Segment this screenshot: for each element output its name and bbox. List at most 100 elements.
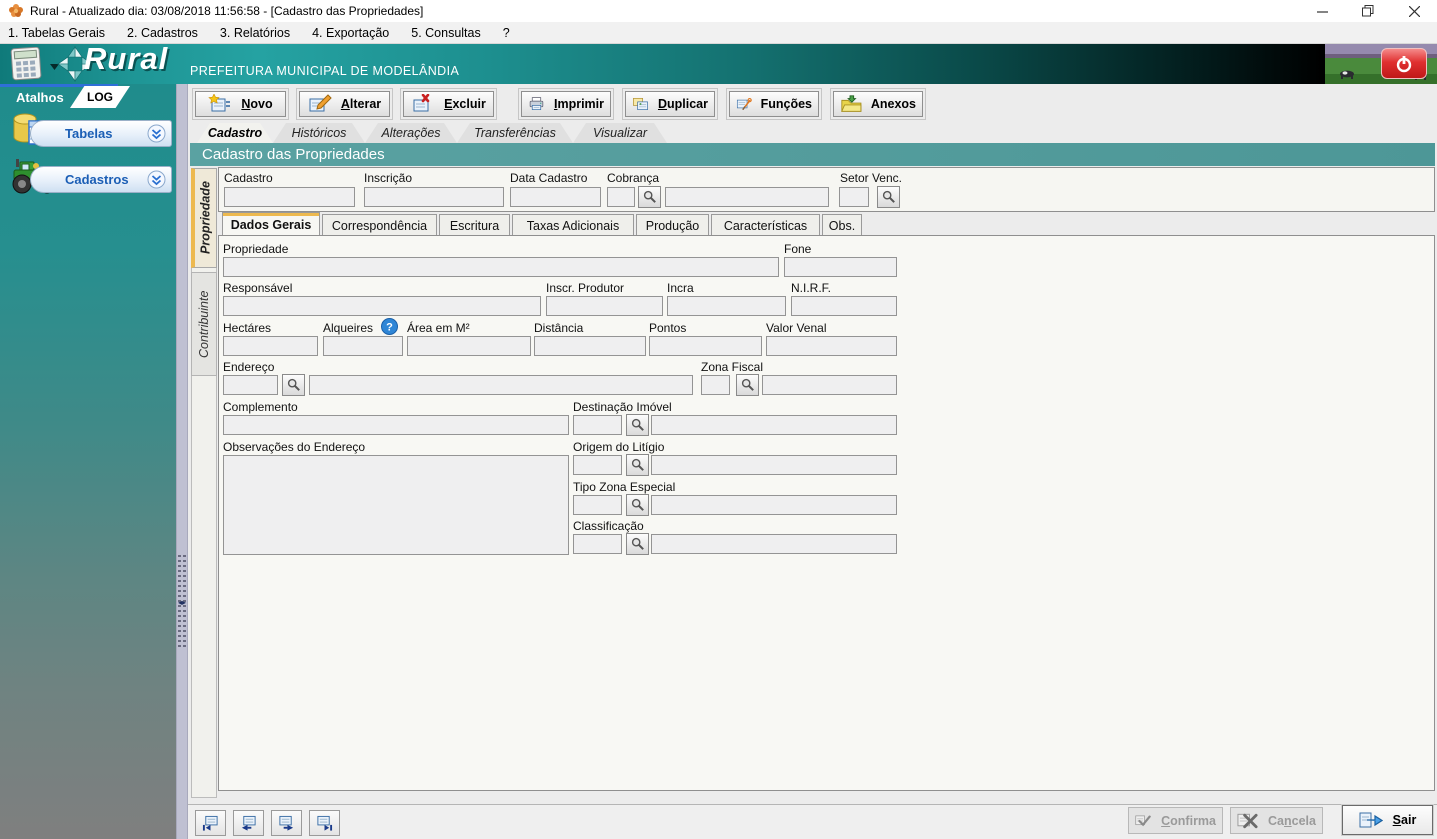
minimize-button[interactable]: [1299, 0, 1345, 22]
tab-transferencias[interactable]: Transferências: [457, 123, 573, 143]
alqueires-input[interactable]: [323, 336, 403, 356]
cadastro-label: Cadastro: [224, 171, 273, 185]
last-record-button[interactable]: [309, 810, 340, 836]
zona-fiscal-desc-input[interactable]: [762, 375, 897, 395]
cobranca-desc-input[interactable]: [665, 187, 829, 207]
power-button[interactable]: [1381, 48, 1427, 79]
anexos-button-label: Anexos: [870, 97, 916, 111]
subtab-escritura[interactable]: Escritura: [439, 214, 510, 236]
tipo-zona-especial-code-input[interactable]: [573, 495, 622, 515]
vertical-tab-contribuinte[interactable]: Contribuinte: [191, 272, 217, 376]
destinacao-imovel-code-input[interactable]: [573, 415, 622, 435]
sidebar-splitter[interactable]: [176, 84, 188, 839]
setor-venc-input[interactable]: [839, 187, 869, 207]
complemento-input[interactable]: [223, 415, 569, 435]
novo-button[interactable]: Novo: [195, 91, 286, 117]
observacoes-endereco-textarea[interactable]: [223, 455, 569, 555]
subtab-taxas-adicionais[interactable]: Taxas Adicionais: [512, 214, 634, 236]
area-m2-input[interactable]: [407, 336, 531, 356]
cadastro-input[interactable]: [224, 187, 355, 207]
previous-record-button[interactable]: [233, 810, 264, 836]
origem-litigio-desc-input[interactable]: [651, 455, 897, 475]
menu-consultas[interactable]: 5. Consultas: [411, 26, 480, 40]
subtab-caracteristicas[interactable]: Características: [711, 214, 820, 236]
alterar-button[interactable]: Alterar: [299, 91, 390, 117]
data-cadastro-input[interactable]: [510, 187, 601, 207]
tab-historicos[interactable]: Históricos: [273, 123, 365, 143]
zona-fiscal-code-input[interactable]: [701, 375, 730, 395]
next-record-icon: [279, 815, 294, 831]
tipo-zona-especial-lookup-button[interactable]: [626, 494, 649, 516]
sidebar-tab-atalhos[interactable]: Atalhos: [16, 90, 64, 105]
subtab-producao[interactable]: Produção: [636, 214, 709, 236]
subtab-correspondencia[interactable]: Correspondência: [322, 214, 437, 236]
restore-button[interactable]: [1345, 0, 1391, 22]
splitter-collapse-arrows[interactable]: ◂▸: [176, 598, 188, 607]
classificacao-code-input[interactable]: [573, 534, 622, 554]
menu-relatorios[interactable]: 3. Relatórios: [220, 26, 290, 40]
calculator-icon[interactable]: [8, 46, 48, 84]
inscricao-input[interactable]: [364, 187, 504, 207]
help-icon[interactable]: ?: [381, 318, 398, 338]
responsavel-input[interactable]: [223, 296, 541, 316]
subtab-taxas-adicionais-label: Taxas Adicionais: [526, 218, 620, 233]
sair-button[interactable]: Sair: [1341, 804, 1434, 836]
close-button[interactable]: [1391, 0, 1437, 22]
classificacao-lookup-button[interactable]: [626, 533, 649, 555]
inscricao-label: Inscrição: [364, 171, 413, 185]
cancela-button[interactable]: Cancela: [1230, 807, 1323, 834]
imprimir-button[interactable]: Imprimir: [521, 91, 611, 117]
subtab-dados-gerais[interactable]: Dados Gerais: [222, 212, 320, 236]
pontos-input[interactable]: [649, 336, 762, 356]
functions-icon: [736, 97, 752, 110]
nirf-input[interactable]: [791, 296, 897, 316]
origem-litigio-code-input[interactable]: [573, 455, 622, 475]
cobranca-code-input[interactable]: [607, 187, 635, 207]
tab-cadastro[interactable]: Cadastro: [197, 123, 273, 143]
classificacao-desc-input[interactable]: [651, 534, 897, 554]
propriedade-input[interactable]: [223, 257, 779, 277]
alqueires-label: Alqueires: [323, 321, 374, 335]
hectares-input[interactable]: [223, 336, 318, 356]
tipo-zona-especial-label: Tipo Zona Especial: [573, 480, 676, 494]
endereco-lookup-button[interactable]: [282, 374, 305, 396]
zona-fiscal-lookup-button[interactable]: [736, 374, 759, 396]
menubar: 1. Tabelas Gerais 2. Cadastros 3. Relató…: [0, 22, 1437, 44]
endereco-desc-input[interactable]: [309, 375, 693, 395]
menu-tabelas-gerais[interactable]: 1. Tabelas Gerais: [8, 26, 105, 40]
magnifier-icon: [631, 537, 644, 550]
destinacao-imovel-lookup-button[interactable]: [626, 414, 649, 436]
inscr-produtor-input[interactable]: [546, 296, 663, 316]
subtab-producao-label: Produção: [645, 218, 700, 233]
cobranca-lookup-button[interactable]: [638, 186, 661, 208]
duplicar-button[interactable]: Duplicar: [625, 91, 715, 117]
anexos-button[interactable]: Anexos: [833, 91, 923, 117]
incra-input[interactable]: [667, 296, 786, 316]
endereco-code-input[interactable]: [223, 375, 278, 395]
vertical-tab-propriedade[interactable]: Propriedade: [191, 168, 217, 268]
tab-visualizar[interactable]: Visualizar: [573, 123, 667, 143]
menu-help[interactable]: ?: [503, 26, 510, 40]
distancia-input[interactable]: [534, 336, 646, 356]
destinacao-imovel-desc-input[interactable]: [651, 415, 897, 435]
confirma-button[interactable]: Confirma: [1128, 807, 1223, 834]
subtab-obs[interactable]: Obs.: [822, 214, 862, 236]
origem-litigio-lookup-button[interactable]: [626, 454, 649, 476]
excluir-button[interactable]: Excluir: [403, 91, 494, 117]
menu-exportacao[interactable]: 4. Exportação: [312, 26, 389, 40]
funcoes-button-label: Funções: [760, 97, 812, 111]
tipo-zona-especial-desc-input[interactable]: [651, 495, 897, 515]
inscr-produtor-label: Inscr. Produtor: [546, 281, 625, 295]
fone-input[interactable]: [784, 257, 897, 277]
confirma-button-label: Confirma: [1161, 813, 1216, 828]
origem-litigio-label: Origem do Litígio: [573, 440, 665, 454]
valor-venal-input[interactable]: [766, 336, 897, 356]
first-record-button[interactable]: [195, 810, 226, 836]
setor-venc-lookup-button[interactable]: [877, 186, 900, 208]
menu-cadastros[interactable]: 2. Cadastros: [127, 26, 198, 40]
chevron-double-down-icon[interactable]: [147, 170, 166, 192]
tab-alteracoes[interactable]: Alterações: [365, 123, 457, 143]
funcoes-button[interactable]: Funções: [729, 91, 819, 117]
next-record-button[interactable]: [271, 810, 302, 836]
chevron-double-down-icon[interactable]: [147, 124, 166, 146]
